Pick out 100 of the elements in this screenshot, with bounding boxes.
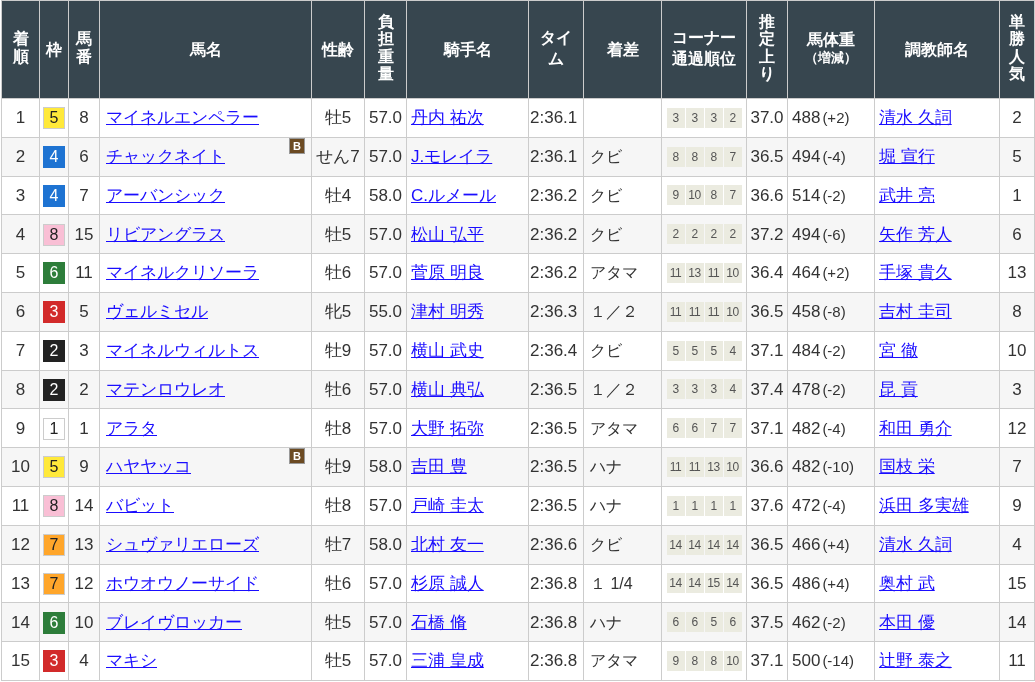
finish-position: 9 (15, 418, 26, 438)
column-header: 馬番 (76, 30, 92, 66)
carried-weight: 57.0 (368, 108, 403, 128)
corner-position: 9 (666, 651, 685, 672)
finish-position: 15 (11, 651, 30, 671)
body-weight: 488 (792, 107, 821, 130)
body-weight: 482 (792, 417, 821, 440)
last-3f-time: 36.6 (750, 457, 784, 477)
win-popularity: 6 (1012, 224, 1022, 244)
sex-age: 牡9 (324, 457, 352, 477)
weight-change: (-4) (822, 496, 846, 517)
race-time: 2:36.2 (530, 224, 578, 244)
corner-position: 8 (685, 146, 704, 167)
sex-age: 牡8 (324, 496, 352, 516)
corner-position: 10 (723, 651, 742, 672)
last-3f-time: 36.5 (750, 146, 784, 166)
sex-age: 牡5 (324, 651, 352, 671)
race-time: 2:36.1 (530, 108, 578, 128)
win-popularity: 2 (1012, 108, 1022, 128)
horse-number: 5 (79, 302, 89, 322)
body-weight: 484 (792, 339, 821, 362)
margin: クビ (590, 225, 622, 243)
horse-number: 7 (79, 185, 89, 205)
margin: クビ (590, 535, 622, 553)
win-popularity: 11 (1008, 651, 1026, 671)
column-header: タイ ム (540, 28, 572, 69)
corner-position: 5 (666, 340, 685, 361)
carried-weight: 55.0 (368, 302, 403, 322)
frame-badge: 8 (43, 223, 65, 246)
race-time: 2:36.3 (530, 302, 578, 322)
column-header: コーナー 通過順位 (672, 28, 736, 69)
carried-weight: 57.0 (368, 379, 403, 399)
win-popularity: 14 (1007, 612, 1027, 632)
corner-position: 1 (704, 495, 723, 516)
corner-position: 4 (723, 379, 742, 400)
frame-badge: 7 (43, 572, 65, 595)
carried-weight: 57.0 (368, 573, 403, 593)
corner-position: 14 (704, 534, 723, 555)
corner-position: 13 (685, 263, 704, 284)
frame-badge: 5 (43, 456, 65, 479)
last-3f-time: 37.4 (750, 379, 784, 399)
win-popularity: 15 (1007, 573, 1027, 593)
horse-number: 8 (79, 108, 89, 128)
frame-badge: 8 (43, 495, 65, 518)
sex-age: 牡5 (324, 224, 352, 244)
horse-name-link[interactable]: アラタ (106, 415, 157, 441)
frame-badge: 7 (43, 533, 65, 556)
horse-name-link[interactable]: ハヤヤッコ (106, 454, 191, 480)
corner-position: 7 (723, 418, 742, 439)
trainer-link[interactable]: 宮 徹 (879, 340, 918, 360)
corner-position: 2 (704, 224, 723, 245)
sex-age: 牝5 (324, 302, 352, 322)
corner-position: 14 (666, 534, 685, 555)
win-popularity: 7 (1012, 457, 1022, 477)
column-header: 単勝人気 (1009, 12, 1025, 83)
corner-position: 3 (704, 379, 723, 400)
weight-change: (-4) (822, 146, 846, 167)
race-time: 2:36.5 (530, 496, 578, 516)
body-weight: 482 (792, 456, 821, 479)
horse-name-link[interactable]: マキシ (106, 648, 157, 674)
frame-badge: 3 (43, 650, 65, 673)
horse-number: 11 (75, 263, 93, 283)
corner-position: 4 (723, 340, 742, 361)
margin: １／２ (590, 303, 638, 321)
margin: １ 1/4 (590, 574, 633, 592)
weight-change: (-2) (822, 340, 846, 361)
corner-position: 8 (704, 651, 723, 672)
race-time: 2:36.8 (530, 573, 578, 593)
last-3f-time: 36.5 (750, 302, 784, 322)
finish-position: 2 (15, 146, 26, 166)
carried-weight: 58.0 (368, 457, 403, 477)
corner-position: 11 (704, 301, 723, 322)
last-3f-time: 37.2 (750, 224, 784, 244)
corner-position: 1 (685, 495, 704, 516)
body-weight: 486 (792, 572, 821, 595)
last-3f-time: 36.4 (750, 263, 784, 283)
finish-position: 7 (15, 340, 26, 360)
finish-position: 13 (11, 573, 30, 593)
corner-position: 5 (704, 612, 723, 633)
trainer-link[interactable]: 昆 貢 (879, 379, 918, 399)
horse-name-link[interactable]: チャックネイト (106, 143, 225, 170)
horse-number: 4 (79, 651, 89, 671)
horse-number: 12 (74, 573, 94, 593)
corner-position: 3 (666, 107, 685, 128)
corner-position: 3 (666, 379, 685, 400)
column-header: 推定上り (759, 12, 775, 83)
body-weight: 478 (792, 378, 821, 401)
corner-position: 1 (666, 495, 685, 516)
corner-position: 8 (704, 185, 723, 206)
corner-position: 14 (666, 573, 685, 594)
body-weight: 472 (792, 495, 821, 518)
corner-position: 8 (685, 651, 704, 672)
horse-number: 2 (79, 379, 89, 399)
win-popularity: 9 (1012, 496, 1022, 516)
finish-position: 11 (11, 496, 30, 516)
weight-change: (+2) (822, 263, 850, 284)
frame-badge: 2 (43, 339, 65, 362)
body-weight: 514 (792, 184, 821, 207)
sex-age: 牡6 (324, 379, 352, 399)
last-3f-time: 37.5 (750, 612, 784, 632)
